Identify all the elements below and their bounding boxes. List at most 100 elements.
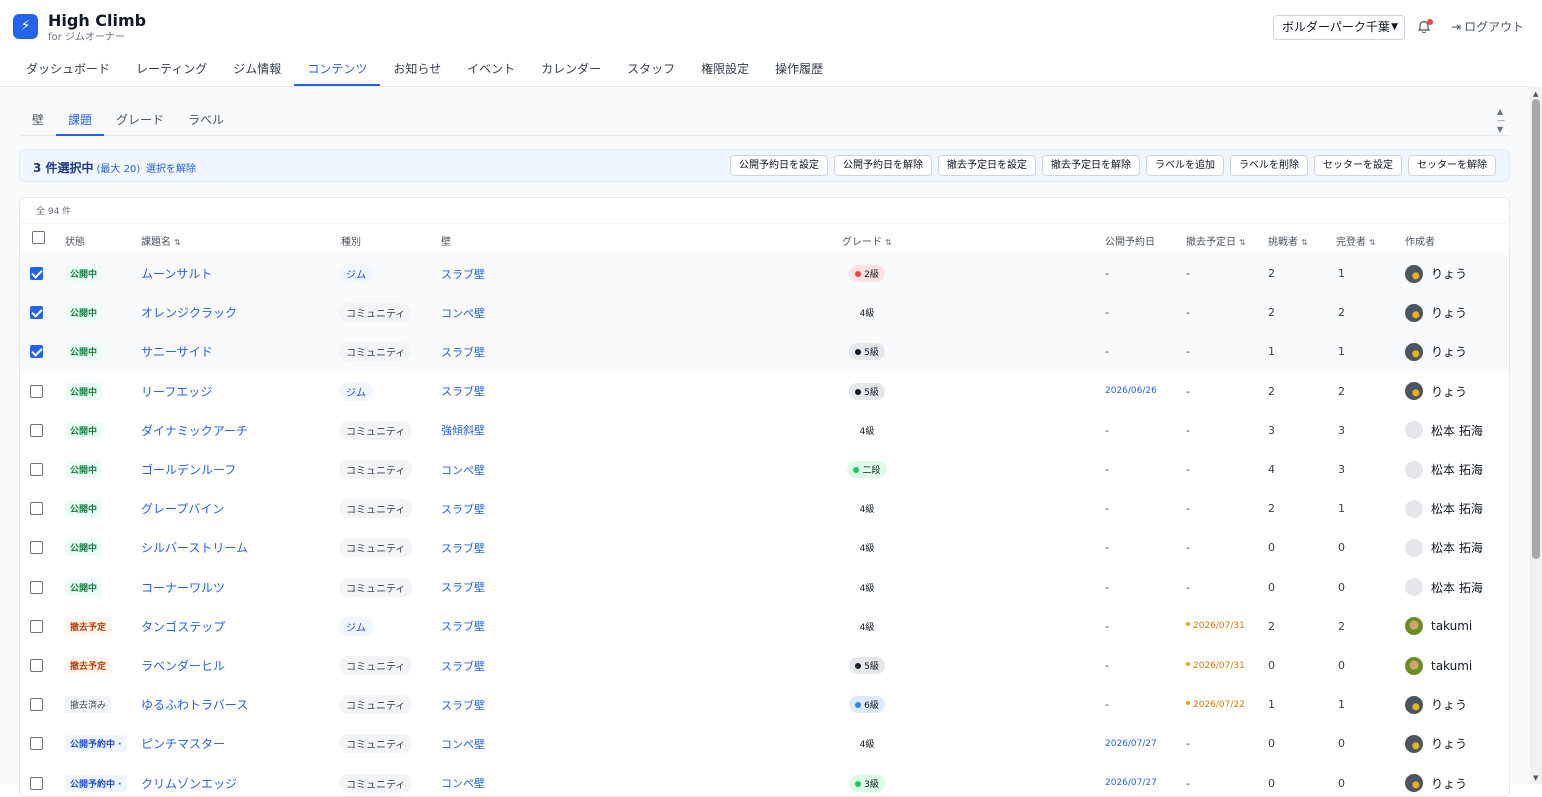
row-checkbox[interactable] — [30, 463, 43, 476]
tab-grades[interactable]: グレード — [104, 105, 176, 135]
nav-rating[interactable]: レーティング — [123, 52, 220, 86]
col-completers[interactable]: 完登者 ⇅ — [1336, 233, 1376, 248]
remove-date: - — [1186, 541, 1190, 555]
col-remove[interactable]: 撤去予定日 ⇅ — [1186, 233, 1246, 248]
row-checkbox[interactable] — [30, 698, 43, 712]
logout-button[interactable]: ⇥ ログアウト — [1451, 20, 1524, 34]
problem-name-link[interactable]: シルバーストリーム — [141, 539, 248, 556]
row-checkbox[interactable] — [30, 384, 43, 398]
problem-name-link[interactable]: ラベンダーヒル — [141, 657, 225, 674]
nav-calendar[interactable]: カレンダー — [528, 52, 614, 86]
completers-count: 0 — [1338, 580, 1345, 594]
row-checkbox[interactable] — [30, 267, 43, 280]
wall-link[interactable]: スラブ壁 — [441, 697, 485, 713]
row-checkbox[interactable] — [30, 737, 43, 751]
nav-history[interactable]: 操作履歴 — [762, 52, 836, 86]
clear-selection-link[interactable]: 選択を解除 — [146, 160, 196, 175]
set-setter-button[interactable]: セッターを設定 — [1314, 155, 1402, 176]
table-row[interactable]: 公開中 ムーンサルト ジム スラブ壁 2級 - - 2 1 りょう — [20, 254, 1509, 293]
table-row[interactable]: 撤去予定 ラベンダーヒル コミュニティ スラブ壁 5級 - 2026/07/31 0 0 taku… — [20, 646, 1509, 685]
wall-link[interactable]: コンペ壁 — [441, 775, 485, 791]
scroll-down-icon[interactable]: ▼ — [1533, 774, 1538, 782]
nav-news[interactable]: お知らせ — [380, 52, 454, 86]
row-checkbox[interactable] — [30, 659, 43, 672]
col-name[interactable]: 課題名 ⇅ — [141, 233, 181, 248]
problem-name-link[interactable]: ダイナミックアーチ — [141, 422, 248, 439]
select-all-checkbox[interactable] — [32, 231, 45, 244]
table-row[interactable]: 公開中 コーナーワルツ コミュニティ スラブ壁 4級 - - 0 0 松本 拓海 — [20, 568, 1509, 607]
table-row[interactable]: 公開中 オレンジクラック コミュニティ コンペ壁 4級 - - 2 2 りょう — [20, 293, 1509, 333]
problem-name-link[interactable]: グレープバイン — [141, 500, 224, 517]
col-grade[interactable]: グレード ⇅ — [842, 233, 892, 248]
wall-link[interactable]: スラブ壁 — [441, 618, 485, 634]
problem-name-link[interactable]: ムーンサルト — [141, 265, 212, 282]
page-scrollbar[interactable]: ▲ ▼ — [1530, 87, 1542, 784]
challengers-cell: 4 — [1268, 450, 1275, 489]
wall-link[interactable]: コンペ壁 — [441, 736, 485, 752]
nav-permissions[interactable]: 権限設定 — [688, 52, 762, 86]
set-remove-date-button[interactable]: 撤去予定日を設定 — [938, 155, 1036, 176]
table-row[interactable]: 公開中 グレープバイン コミュニティ スラブ壁 4級 - - 2 1 松本 拓海 — [20, 489, 1509, 528]
collapse-toggle-icon[interactable]: ▲ — ▼ — [1497, 107, 1505, 134]
nav-events[interactable]: イベント — [454, 52, 528, 86]
set-publish-date-button[interactable]: 公開予約日を設定 — [730, 155, 828, 176]
row-checkbox[interactable] — [30, 541, 43, 555]
row-checkbox[interactable] — [30, 776, 43, 790]
problem-name-link[interactable]: サニーサイド — [141, 343, 213, 360]
problem-name-link[interactable]: ゴールデンルーフ — [141, 461, 236, 478]
table-row[interactable]: 公開中 サニーサイド コミュニティ スラブ壁 5級 - - 1 1 りょう — [20, 332, 1509, 372]
problem-name-link[interactable]: リーフエッジ — [141, 383, 212, 400]
row-checkbox[interactable] — [30, 345, 43, 359]
remove-label-button[interactable]: ラベルを削除 — [1230, 155, 1308, 176]
table-row[interactable]: 公開予約中 · ピンチマスター コミュニティ コンペ壁 4級 2026/07/27 - 0 0 り… — [20, 724, 1509, 763]
wall-link[interactable]: スラブ壁 — [441, 579, 485, 595]
table-row[interactable]: 公開中 ダイナミックアーチ コミュニティ 強傾斜壁 4級 - - 3 3 松本 拓海 — [20, 411, 1509, 450]
wall-link[interactable]: コンペ壁 — [441, 462, 485, 478]
scrollbar-thumb[interactable] — [1532, 99, 1540, 559]
clear-remove-date-button[interactable]: 撤去予定日を解除 — [1042, 155, 1140, 176]
nav-dashboard[interactable]: ダッシュボード — [13, 52, 123, 86]
row-checkbox[interactable] — [30, 423, 43, 437]
type-badge: コミュニティ — [339, 342, 413, 362]
author-cell: takumi — [1405, 607, 1472, 646]
wall-link[interactable]: スラブ壁 — [441, 540, 485, 556]
problem-name-link[interactable]: オレンジクラック — [141, 304, 237, 321]
nav-gym-info[interactable]: ジム情報 — [220, 52, 294, 86]
row-checkbox[interactable] — [30, 502, 43, 516]
add-label-button[interactable]: ラベルを追加 — [1146, 155, 1224, 176]
problem-name-link[interactable]: ピンチマスター — [141, 735, 225, 752]
table-row[interactable]: 撤去済み ゆるふわトラバース コミュニティ スラブ壁 6級 - 2026/07/22 1 1 りょ… — [20, 685, 1509, 724]
wall-link[interactable]: 強傾斜壁 — [441, 422, 485, 438]
problem-name-link[interactable]: ゆるふわトラバース — [141, 696, 248, 713]
clear-publish-date-button[interactable]: 公開予約日を解除 — [834, 155, 932, 176]
table-row[interactable]: 公開中 リーフエッジ ジム スラブ壁 5級 2026/06/26 - 2 2 りょう — [20, 372, 1509, 411]
wall-link[interactable]: スラブ壁 — [441, 344, 485, 360]
wall-link[interactable]: スラブ壁 — [441, 658, 485, 674]
completers-count: 1 — [1338, 345, 1345, 359]
tab-labels[interactable]: ラベル — [176, 105, 236, 135]
table-row[interactable]: 公開中 ゴールデンルーフ コミュニティ コンペ壁 二段 - - 4 3 松本 拓海 — [20, 450, 1509, 489]
wall-link[interactable]: スラブ壁 — [441, 501, 485, 517]
nav-staff[interactable]: スタッフ — [614, 52, 688, 86]
row-checkbox[interactable] — [30, 306, 43, 320]
problem-name-link[interactable]: コーナーワルツ — [141, 579, 225, 596]
table-row[interactable]: 公開中 シルバーストリーム コミュニティ スラブ壁 4級 - - 0 0 松本 拓海 — [20, 528, 1509, 567]
table-row[interactable]: 公開予約中 · クリムゾンエッジ コミュニティ コンペ壁 3級 2026/07/27 - 0 0… — [20, 764, 1509, 796]
col-challengers[interactable]: 挑戦者 ⇅ — [1268, 233, 1308, 248]
table-row[interactable]: 撤去予定 タンゴステップ ジム スラブ壁 4級 - 2026/07/31 2 2 takumi — [20, 607, 1509, 646]
tab-problems[interactable]: 課題 — [56, 105, 105, 136]
wall-link[interactable]: スラブ壁 — [441, 383, 485, 399]
gym-select[interactable]: ボルダーパーク千葉 ▼ — [1273, 15, 1405, 40]
problem-name-link[interactable]: クリムゾンエッジ — [141, 775, 237, 792]
problem-name-link[interactable]: タンゴステップ — [141, 618, 225, 635]
nav-contents[interactable]: コンテンツ — [294, 52, 381, 86]
remove-date: 2026/07/22 — [1186, 700, 1245, 710]
wall-link[interactable]: スラブ壁 — [441, 266, 485, 282]
row-checkbox[interactable] — [30, 580, 43, 594]
tab-walls[interactable]: 壁 — [20, 105, 56, 135]
scroll-up-icon[interactable]: ▲ — [1533, 90, 1538, 98]
app-logo-icon[interactable]: ⚡ — [13, 14, 38, 39]
wall-link[interactable]: コンペ壁 — [441, 305, 485, 321]
clear-setter-button[interactable]: セッターを解除 — [1408, 155, 1496, 176]
row-checkbox[interactable] — [30, 619, 43, 633]
